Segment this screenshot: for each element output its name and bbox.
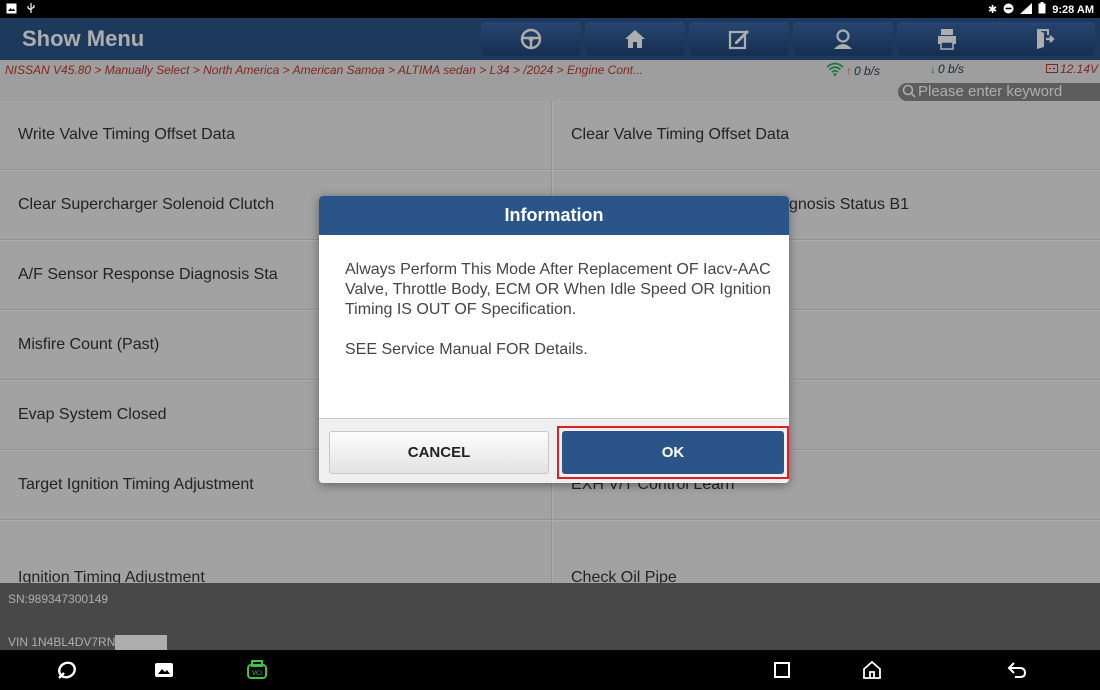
browser-icon[interactable]: [55, 658, 79, 682]
ok-highlight: OK: [557, 426, 789, 479]
dialog-message-note: SEE Service Manual FOR Details.: [345, 341, 588, 358]
dialog-actions: CANCEL OK: [319, 418, 789, 483]
dialog-title: Information: [319, 196, 789, 235]
dnd-icon: [1003, 3, 1014, 18]
clock: 9:28 AM: [1052, 4, 1094, 16]
cancel-button[interactable]: CANCEL: [329, 431, 549, 474]
information-dialog: Information Always Perform This Mode Aft…: [319, 196, 789, 483]
battery-icon: [1038, 2, 1046, 18]
bluetooth-icon: ✱: [988, 4, 998, 16]
vci-icon[interactable]: VCI: [245, 658, 269, 682]
back-icon[interactable]: [1005, 658, 1029, 682]
dialog-message: Always Perform This Mode After Replaceme…: [345, 260, 775, 380]
usb-icon: [25, 2, 37, 18]
image-icon: [6, 3, 17, 18]
recent-apps-icon[interactable]: [770, 658, 794, 682]
signal-icon: [1020, 2, 1033, 18]
system-nav-bar: VCI: [0, 650, 1100, 690]
ok-button[interactable]: OK: [562, 431, 784, 474]
svg-text:VCI: VCI: [252, 670, 262, 677]
home-nav-icon[interactable]: [860, 658, 884, 682]
dialog-message-main: Always Perform This Mode After Replaceme…: [345, 261, 771, 318]
gallery-icon[interactable]: [152, 658, 176, 682]
status-bar: ✱ 9:28 AM: [0, 0, 1100, 18]
